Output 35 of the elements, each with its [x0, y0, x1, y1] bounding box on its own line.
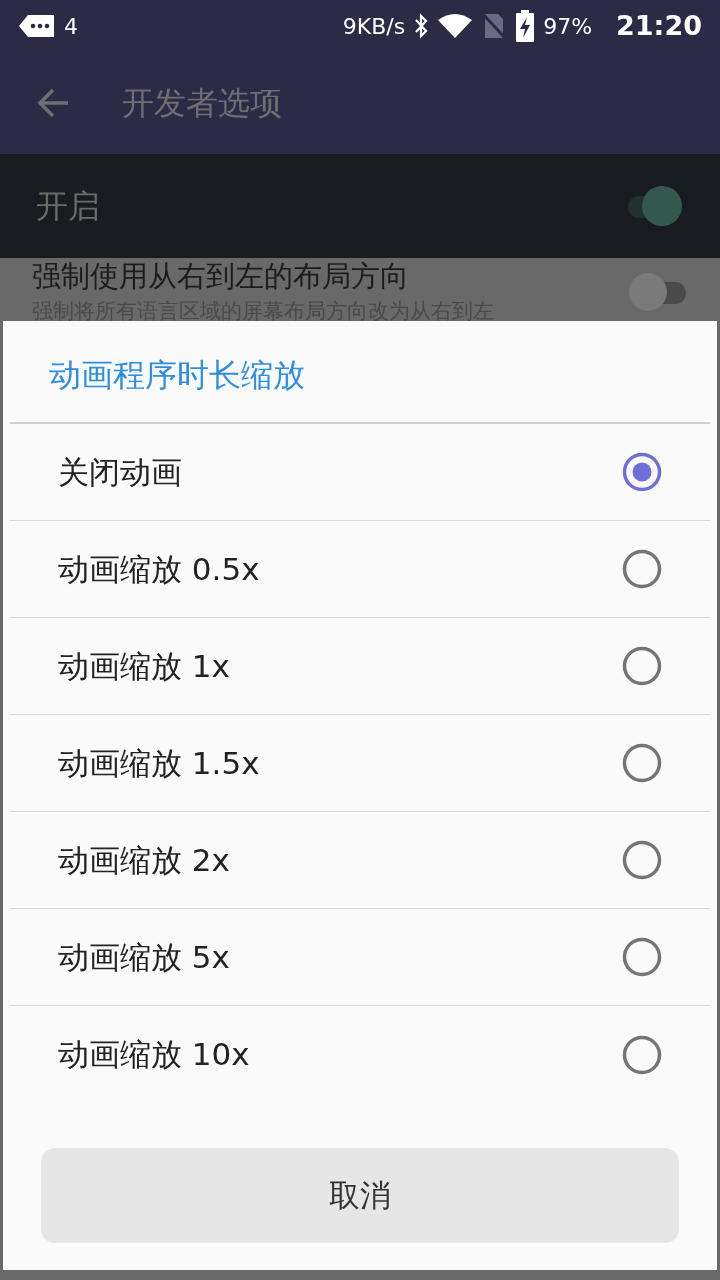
option-row[interactable]: 关闭动画	[10, 424, 710, 521]
message-icon	[18, 13, 56, 39]
radio-button[interactable]	[622, 1034, 662, 1075]
radio-button[interactable]	[622, 646, 662, 686]
cancel-button[interactable]: 取消	[41, 1148, 679, 1243]
bluetooth-icon	[413, 13, 430, 39]
option-row[interactable]: 动画缩放 2x	[10, 812, 710, 909]
option-label: 动画缩放 1.5x	[58, 743, 260, 783]
network-speed: 9KB/s	[342, 12, 406, 41]
option-label: 动画缩放 10x	[58, 1035, 250, 1075]
option-row[interactable]: 动画缩放 5x	[10, 909, 710, 1006]
option-label: 动画缩放 0.5x	[58, 549, 260, 589]
option-row[interactable]: 动画缩放 1.5x	[10, 715, 710, 812]
radio-button[interactable]	[622, 840, 662, 880]
radio-button[interactable]	[622, 452, 662, 492]
radio-button[interactable]	[622, 549, 662, 589]
option-row[interactable]: 动画缩放 1x	[10, 618, 710, 715]
switch-label: 开启	[36, 186, 100, 227]
wifi-icon	[437, 13, 474, 39]
battery-charging-icon	[515, 10, 536, 42]
toolbar-title: 开发者选项	[122, 83, 282, 124]
option-label: 动画缩放 1x	[58, 646, 230, 686]
option-label: 关闭动画	[58, 452, 182, 492]
dialog-title: 动画程序时长缩放	[49, 356, 305, 394]
notification-count: 4	[64, 12, 78, 41]
setting-title: 强制使用从右到左的布局方向	[32, 258, 410, 295]
option-row[interactable]: 动画缩放 10x	[10, 1006, 710, 1103]
option-label: 动画缩放 2x	[58, 840, 230, 880]
battery-percentage: 97%	[543, 12, 593, 41]
option-label: 动画缩放 5x	[58, 937, 230, 977]
option-row[interactable]: 动画缩放 0.5x	[10, 521, 710, 618]
radio-button[interactable]	[622, 743, 662, 783]
radio-button[interactable]	[622, 937, 662, 977]
clock: 21:20	[616, 8, 702, 43]
toggle-switch[interactable]	[628, 270, 688, 314]
